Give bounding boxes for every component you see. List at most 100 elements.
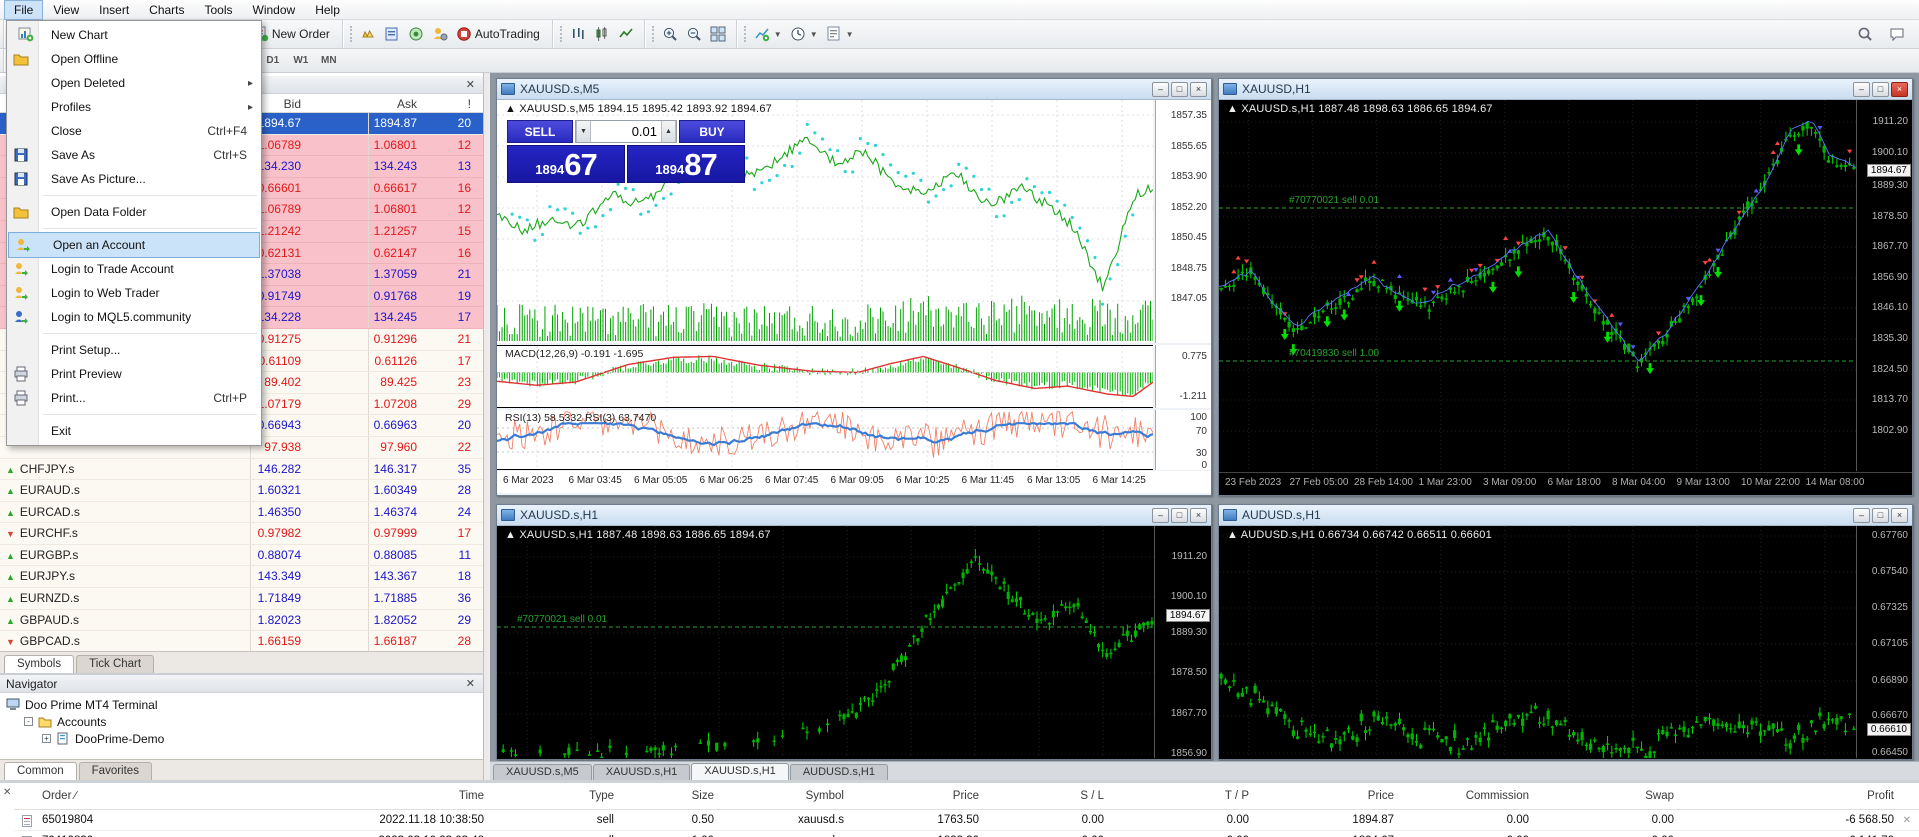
window-title-bar[interactable]: XAUUSD.s,M5–□× bbox=[497, 79, 1211, 100]
order-row-70419830[interactable]: 704198302023.03.10 23:03:48sell1.00xauus… bbox=[14, 831, 1919, 837]
bar-chart-mode-button[interactable] bbox=[566, 23, 590, 45]
tab-tick-chart[interactable]: Tick Chart bbox=[76, 655, 154, 673]
chart-area[interactable]: ▲ AUDUSD.s,H1 0.66734 0.66742 0.66511 0.… bbox=[1219, 526, 1912, 759]
sell-price-box[interactable]: 189467 bbox=[507, 145, 625, 183]
navigator-caption[interactable]: Navigator ✕ bbox=[0, 675, 483, 693]
search-button[interactable] bbox=[1853, 23, 1877, 45]
file-menu-item-login-to-mql5-community[interactable]: Login to MQL5.community bbox=[7, 305, 261, 329]
market-watch-row-eurjpy-s[interactable]: ▲EURJPY.s143.349143.36718 bbox=[0, 566, 483, 588]
gold-button[interactable] bbox=[356, 23, 380, 45]
chart-window-xauusd-h1[interactable]: XAUUSD,H1–□×#70770021 sell 0.01#70419830… bbox=[1218, 78, 1913, 496]
buy-price-box[interactable]: 189487 bbox=[627, 145, 745, 183]
close-icon[interactable]: ✕ bbox=[3, 787, 11, 798]
periods-button[interactable]: ▼ bbox=[786, 23, 822, 45]
window-title-bar[interactable]: AUDUSD.s,H1–□× bbox=[1219, 505, 1912, 526]
menu-window[interactable]: Window bbox=[243, 0, 306, 20]
market-watch-row-eurchf-s[interactable]: ▼EURCHF.s0.979820.9799917 bbox=[0, 523, 483, 545]
toolbar-grip[interactable] bbox=[744, 26, 747, 42]
file-menu-item-open-offline[interactable]: Open Offline bbox=[7, 47, 261, 71]
toolbar-grip[interactable] bbox=[560, 26, 563, 42]
minimize-button[interactable]: – bbox=[1152, 508, 1169, 523]
maximize-button[interactable]: □ bbox=[1171, 508, 1188, 523]
file-menu-item-login-to-web-trader[interactable]: Login to Web Trader bbox=[7, 281, 261, 305]
zoom-out-button[interactable] bbox=[682, 23, 706, 45]
close-button[interactable]: × bbox=[1891, 508, 1908, 523]
chart-area[interactable]: ▲ XAUUSD.s,M5 1894.15 1895.42 1893.92 18… bbox=[497, 100, 1211, 495]
webinar-button[interactable] bbox=[404, 23, 428, 45]
file-menu-item-open-data-folder[interactable]: Open Data Folder bbox=[7, 200, 261, 224]
chart-tab-xauusd-s-h1-2[interactable]: XAUUSD.s,H1 bbox=[691, 763, 789, 780]
file-menu-item-open-an-account[interactable]: Open an Account bbox=[9, 233, 259, 257]
tab-symbols[interactable]: Symbols bbox=[4, 655, 74, 674]
community-button[interactable] bbox=[428, 23, 452, 45]
metaeditor-button[interactable] bbox=[380, 23, 404, 45]
volume-input[interactable] bbox=[591, 121, 661, 142]
autotrading-button[interactable]: AutoTrading bbox=[452, 23, 546, 45]
chart-window-audusd-s-h1[interactable]: AUDUSD.s,H1–□×▲ AUDUSD.s,H1 0.66734 0.66… bbox=[1218, 504, 1913, 760]
tab-favorites[interactable]: Favorites bbox=[79, 762, 152, 780]
timeframe-w1[interactable]: W1 bbox=[288, 52, 314, 69]
zoom-in-button[interactable] bbox=[658, 23, 682, 45]
close-position-icon[interactable]: ✕ bbox=[1895, 815, 1911, 826]
market-watch-row-chfjpy-s[interactable]: ▲CHFJPY.s146.282146.31735 bbox=[0, 459, 483, 481]
window-title-bar[interactable]: XAUUSD.s,H1–□× bbox=[497, 505, 1211, 526]
line-mode-button[interactable] bbox=[614, 23, 638, 45]
chart-tab-xauusd-s-h1-1[interactable]: XAUUSD.s,H1 bbox=[593, 764, 691, 780]
volume-increase-button[interactable]: ▲ bbox=[661, 121, 676, 142]
navigator-item-dooprime-demo[interactable]: +DooPrime-Demo bbox=[6, 730, 483, 747]
templates-button[interactable]: ▼ bbox=[822, 23, 858, 45]
minimize-button[interactable]: – bbox=[1853, 82, 1870, 97]
expand-icon[interactable]: + bbox=[42, 734, 51, 743]
menu-insert[interactable]: Insert bbox=[89, 0, 139, 20]
market-watch-row-gbpcad-s[interactable]: ▼GBPCAD.s1.661591.6618728 bbox=[0, 631, 483, 651]
toolbar-grip[interactable] bbox=[350, 26, 353, 42]
timeframe-mn[interactable]: MN bbox=[316, 52, 342, 69]
market-watch-row-eurgbp-s[interactable]: ▲EURGBP.s0.880740.8808511 bbox=[0, 545, 483, 567]
market-watch-row-eurcad-s[interactable]: ▲EURCAD.s1.463501.4637424 bbox=[0, 502, 483, 524]
menu-view[interactable]: View bbox=[43, 0, 89, 20]
file-menu-item-save-as[interactable]: Save AsCtrl+S bbox=[7, 143, 261, 167]
navigator-item-doo-prime-mt4-terminal[interactable]: Doo Prime MT4 Terminal bbox=[6, 696, 483, 713]
indicators-button[interactable]: ▼ bbox=[750, 23, 786, 45]
tab-common[interactable]: Common bbox=[4, 762, 77, 781]
chart-area[interactable]: #70770021 sell 0.01▲ XAUUSD.s,H1 1887.48… bbox=[497, 526, 1211, 759]
close-icon[interactable]: ✕ bbox=[466, 677, 475, 690]
navigator-item-accounts[interactable]: -Accounts bbox=[6, 713, 483, 730]
chart-tab-xauusd-s-m5-0[interactable]: XAUUSD.s,M5 bbox=[493, 764, 592, 780]
close-button[interactable]: × bbox=[1190, 508, 1207, 523]
toolbar-grip[interactable] bbox=[652, 26, 655, 42]
menu-charts[interactable]: Charts bbox=[139, 0, 194, 20]
minimize-button[interactable]: – bbox=[1853, 508, 1870, 523]
timeframe-d1[interactable]: D1 bbox=[260, 52, 286, 69]
maximize-button[interactable]: □ bbox=[1872, 82, 1889, 97]
candles-mode-button[interactable] bbox=[590, 23, 614, 45]
minimize-button[interactable]: – bbox=[1152, 82, 1169, 97]
close-button[interactable]: × bbox=[1891, 82, 1908, 97]
menu-tools[interactable]: Tools bbox=[195, 0, 243, 20]
chart-window-xauusd-s-h1[interactable]: XAUUSD.s,H1–□×#70770021 sell 0.01▲ XAUUS… bbox=[496, 504, 1212, 760]
file-menu-item-open-deleted[interactable]: Open Deleted▸ bbox=[7, 71, 261, 95]
chart-window-xauusd-s-m5[interactable]: XAUUSD.s,M5–□×▲ XAUUSD.s,M5 1894.15 1895… bbox=[496, 78, 1212, 496]
volume-decrease-button[interactable]: ▼ bbox=[576, 121, 591, 142]
file-menu-item-profiles[interactable]: Profiles▸ bbox=[7, 95, 261, 119]
tile-windows-button[interactable] bbox=[706, 23, 730, 45]
file-menu-item-new-chart[interactable]: New Chart bbox=[7, 23, 261, 47]
menu-help[interactable]: Help bbox=[305, 0, 350, 20]
file-menu-item-exit[interactable]: Exit bbox=[7, 419, 261, 443]
order-row-65019804[interactable]: 650198042022.11.18 10:38:50sell0.50xauus… bbox=[14, 810, 1919, 831]
file-menu-item-print-preview[interactable]: Print Preview bbox=[7, 362, 261, 386]
close-icon[interactable]: ✕ bbox=[466, 78, 475, 91]
market-watch-row-euraud-s[interactable]: ▲EURAUD.s1.603211.6034928 bbox=[0, 480, 483, 502]
file-menu-item-print-setup[interactable]: Print Setup... bbox=[7, 338, 261, 362]
file-menu-item-close[interactable]: CloseCtrl+F4 bbox=[7, 119, 261, 143]
market-watch-row-gbpaud-s[interactable]: ▲GBPAUD.s1.820231.8205229 bbox=[0, 610, 483, 632]
file-menu-item-print[interactable]: Print...Ctrl+P bbox=[7, 386, 261, 410]
market-watch-row-eurnzd-s[interactable]: ▲EURNZD.s1.718491.7188536 bbox=[0, 588, 483, 610]
menu-file[interactable]: File bbox=[4, 0, 43, 20]
maximize-button[interactable]: □ bbox=[1171, 82, 1188, 97]
close-button[interactable]: × bbox=[1190, 82, 1207, 97]
chat-button[interactable] bbox=[1885, 23, 1909, 45]
buy-button[interactable]: BUY bbox=[679, 120, 745, 143]
file-menu-item-save-as-picture[interactable]: Save As Picture... bbox=[7, 167, 261, 191]
file-menu-item-login-to-trade-account[interactable]: Login to Trade Account bbox=[7, 257, 261, 281]
